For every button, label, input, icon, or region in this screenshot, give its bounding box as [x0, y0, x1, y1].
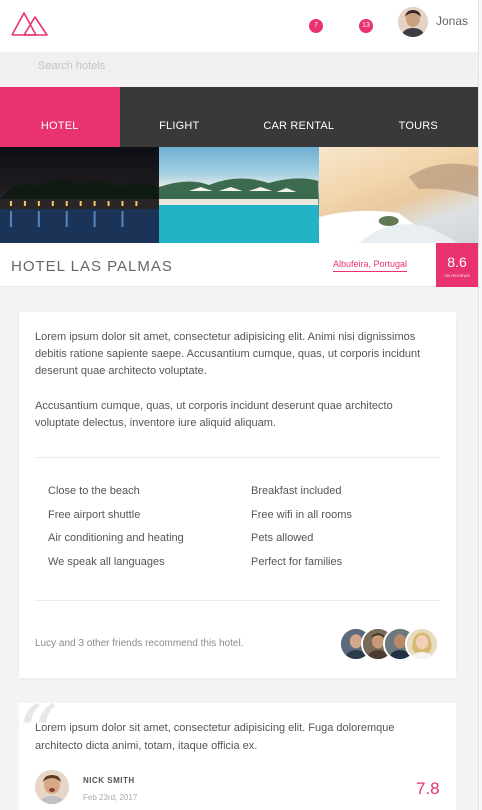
feature-item: Close to the beach [48, 485, 140, 497]
feature-item: Air conditioning and heating [48, 532, 184, 544]
search-input[interactable] [38, 57, 338, 74]
gallery-image-pool-day[interactable] [159, 147, 319, 243]
reviewer-name: NICK SMITH [83, 776, 135, 785]
messages-button[interactable]: 13 [359, 14, 379, 34]
divider [35, 457, 440, 458]
hotel-title-bar: HOTEL LAS PALMAS Albufeira, Portugal 8.6… [0, 243, 478, 287]
user-avatar[interactable] [398, 7, 428, 37]
hotel-score-caption: ON REVIEWS [444, 273, 470, 278]
feature-item: Perfect for families [251, 556, 343, 568]
booking-tabs: HOTEL FLIGHT CAR RENTAL TOURS [0, 87, 478, 147]
friends-recommend-text: Lucy and 3 other friends recommend this … [35, 638, 244, 649]
search-bar [0, 52, 482, 79]
hotel-details-card: Lorem ipsum dolor sit amet, consectetur … [19, 312, 456, 678]
hotel-score-badge: 8.6 ON REVIEWS [436, 243, 478, 287]
tab-tours[interactable]: TOURS [359, 87, 479, 147]
feature-item: We speak all languages [48, 556, 165, 568]
user-name[interactable]: Jonas [436, 14, 468, 28]
gallery-image-pool-night[interactable] [0, 147, 160, 243]
feature-item: Free wifi in all rooms [251, 509, 352, 521]
hotel-gallery [0, 147, 478, 243]
review-card: “ Lorem ipsum dolor sit amet, consectetu… [17, 695, 456, 810]
notification-badge: 7 [309, 19, 323, 33]
description-paragraph-2: Accusantium cumque, quas, ut corporis in… [35, 400, 393, 429]
tab-car-rental[interactable]: CAR RENTAL [239, 87, 359, 147]
feature-item: Pets allowed [251, 532, 314, 544]
tab-hotel[interactable]: HOTEL [0, 87, 120, 147]
gallery-image-seaview[interactable] [318, 147, 478, 243]
scrollbar[interactable] [478, 0, 482, 810]
reviewer-avatar[interactable] [35, 770, 69, 804]
hotel-name: HOTEL LAS PALMAS [11, 258, 173, 275]
review-score: 7.8 [416, 779, 440, 798]
friend-avatars [339, 627, 439, 661]
message-badge: 13 [359, 19, 373, 33]
review-text: Lorem ipsum dolor sit amet, consectetur … [35, 722, 395, 752]
divider [35, 600, 440, 601]
feature-item: Breakfast included [251, 485, 342, 497]
tab-flight[interactable]: FLIGHT [120, 87, 240, 147]
logo-icon[interactable] [10, 9, 50, 37]
hotel-score: 8.6 [447, 254, 467, 270]
feature-item: Free airport shuttle [48, 509, 141, 521]
hotel-location-link[interactable]: Albufeira, Portugal [333, 259, 408, 272]
top-header: 7 13 Jonas [0, 0, 482, 52]
review-date: Feb 23rd, 2017 [83, 793, 138, 802]
description-paragraph-1: Lorem ipsum dolor sit amet, consectetur … [35, 331, 421, 377]
friend-avatar-lucy[interactable] [405, 627, 439, 661]
notifications-button[interactable]: 7 [309, 14, 329, 34]
